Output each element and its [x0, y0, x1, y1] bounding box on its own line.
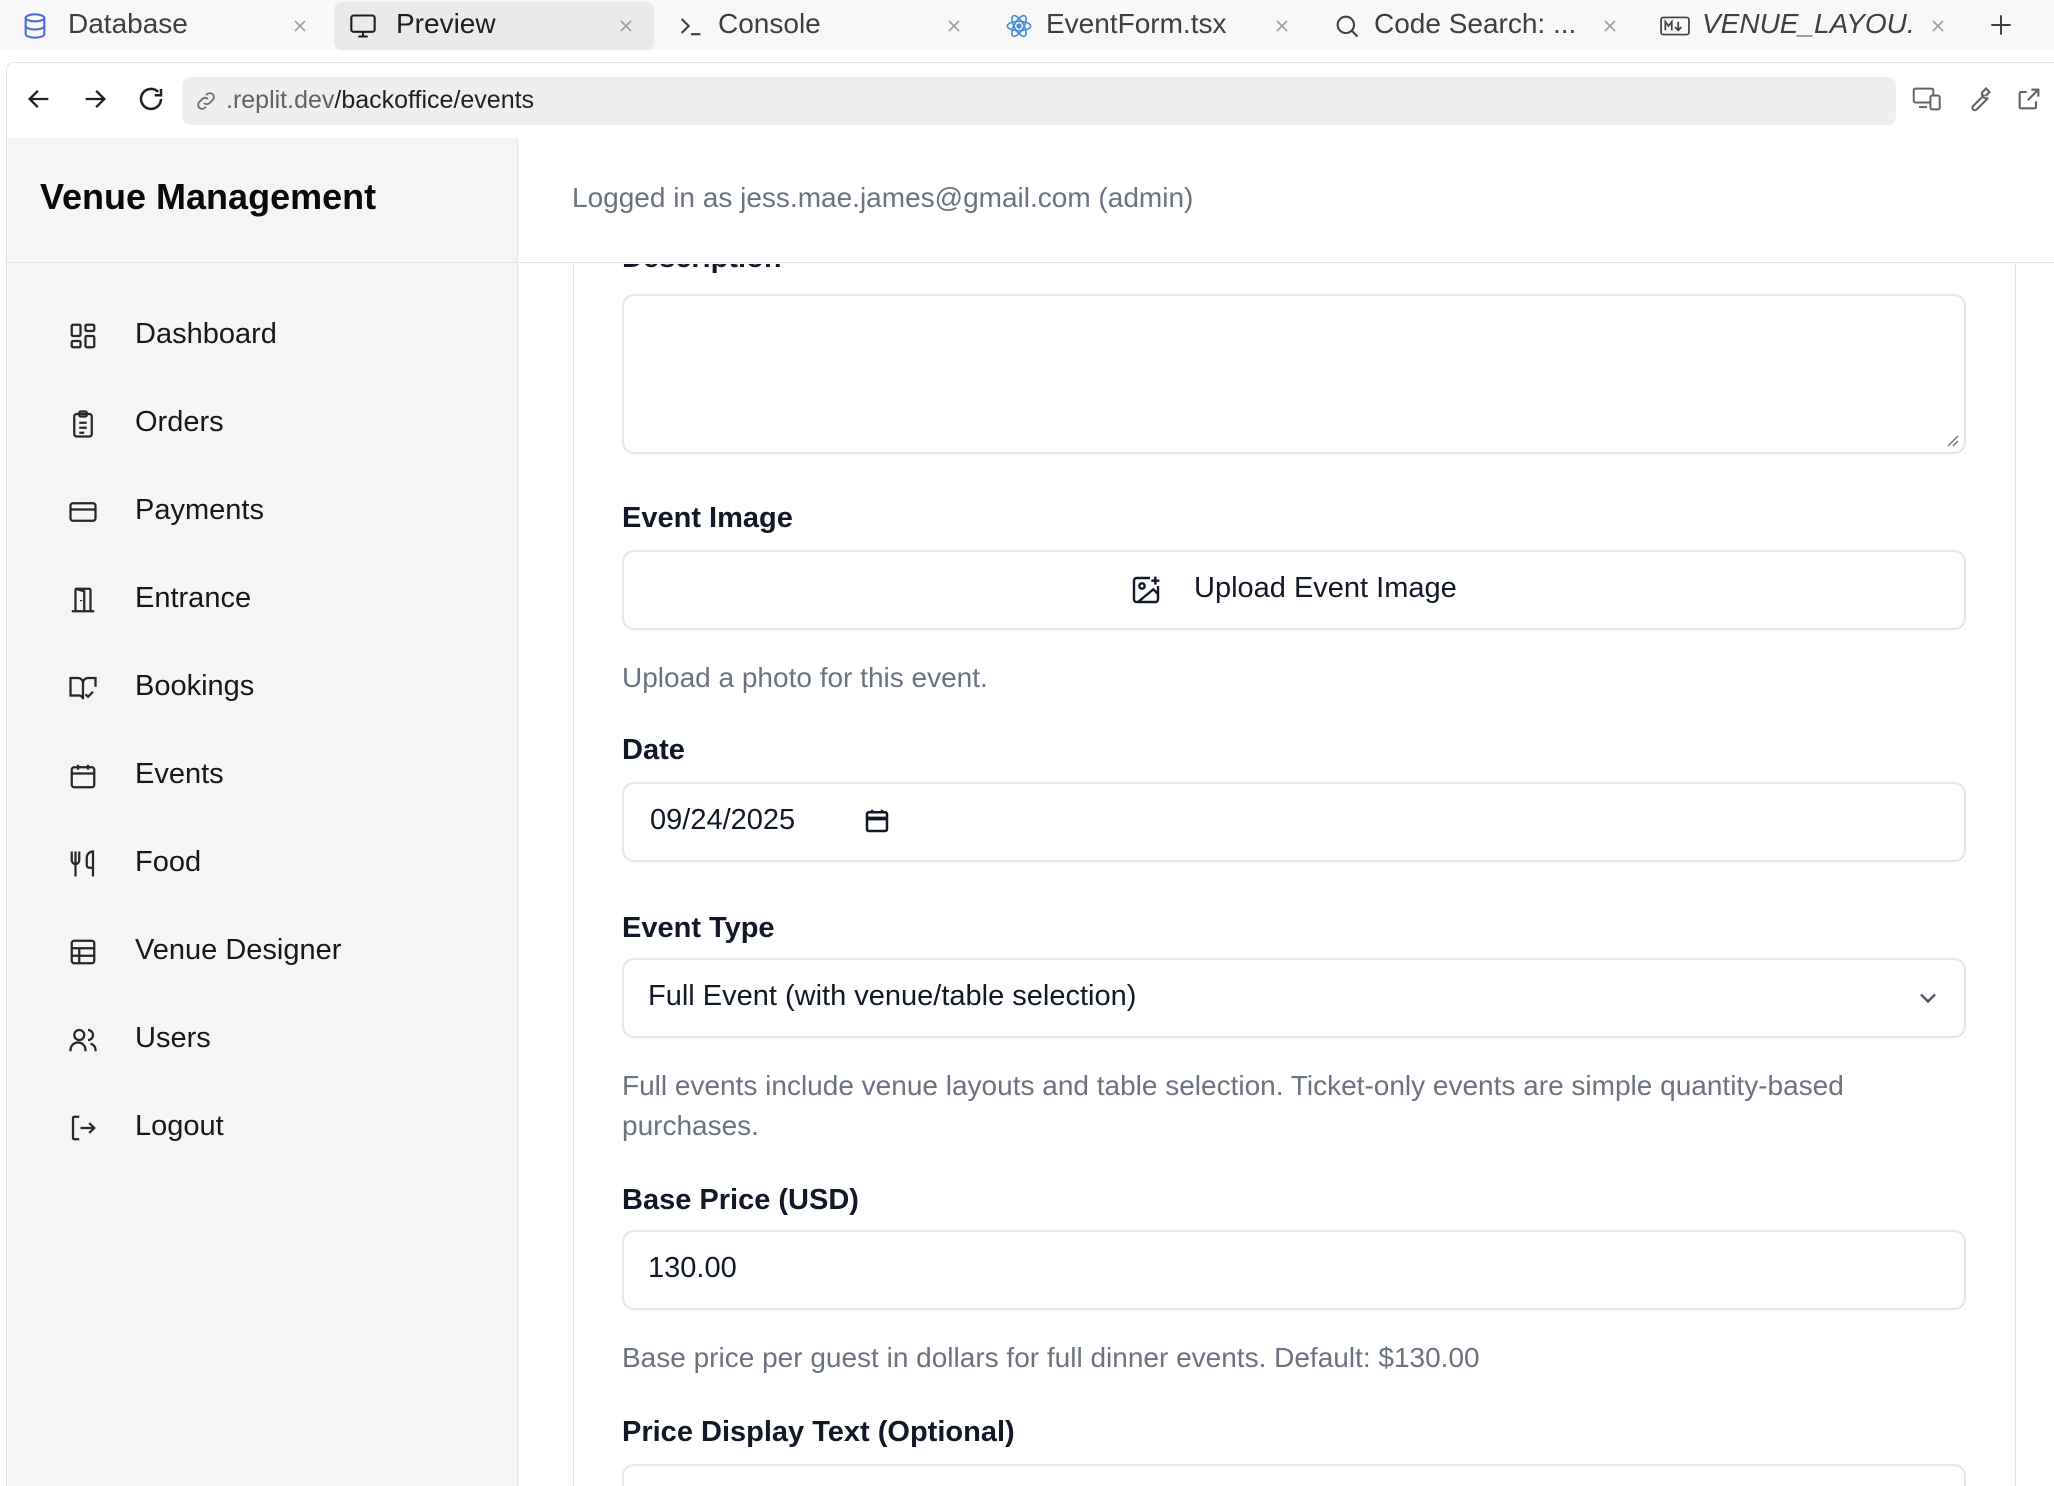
sidebar-item-label: Logout	[135, 1110, 224, 1142]
door-icon	[67, 584, 99, 616]
sidebar-item-label: Venue Designer	[135, 934, 342, 966]
tab-label: Console	[718, 8, 821, 39]
brand-title: Venue Management	[40, 176, 377, 217]
event-image-label: Event Image	[622, 502, 793, 534]
sidebar-item-venue-designer[interactable]: Venue Designer	[7, 912, 518, 992]
wrench-icon[interactable]	[1961, 81, 1997, 117]
event-type-select[interactable]: Full Event (with venue/table selection)	[622, 958, 1966, 1038]
top-header: Logged in as jess.mae.james@gmail.com (a…	[519, 138, 2054, 263]
sidebar-item-label: Bookings	[135, 670, 255, 702]
close-icon[interactable]	[1926, 12, 1950, 40]
description-textarea[interactable]	[622, 294, 1966, 454]
sidebar: Venue Management Dashboard Orders Paymen…	[7, 138, 518, 1486]
sidebar-item-label: Food	[135, 846, 202, 878]
calendar-icon	[67, 760, 99, 792]
tab-label: Code Search: ...	[1374, 8, 1577, 39]
clipboard-icon	[67, 408, 99, 440]
chevron-down-icon	[1914, 984, 1942, 1012]
sidebar-item-dashboard[interactable]: Dashboard	[7, 296, 518, 376]
close-icon[interactable]	[1270, 12, 1294, 40]
book-check-icon	[67, 672, 99, 704]
sidebar-item-entrance[interactable]: Entrance	[7, 560, 518, 640]
image-plus-icon	[1130, 574, 1162, 606]
sidebar-item-label: Users	[135, 1022, 211, 1054]
tab-eventform[interactable]: EventForm.tsx	[990, 2, 1310, 50]
tab-code-search[interactable]: Code Search: ...	[1318, 2, 1638, 50]
grid-icon	[67, 936, 99, 968]
url-host: .replit.dev	[226, 86, 335, 114]
sidebar-item-label: Events	[135, 758, 224, 790]
sidebar-item-label: Entrance	[135, 582, 252, 614]
tab-database[interactable]: Database	[6, 2, 326, 50]
url-text: .replit.dev/backoffice/events	[226, 86, 534, 115]
sidebar-item-label: Orders	[135, 406, 224, 438]
markdown-icon	[1660, 12, 1690, 40]
price-display-label: Price Display Text (Optional)	[622, 1416, 1015, 1448]
utensils-icon	[67, 848, 99, 880]
date-value: 09/24/2025	[650, 804, 796, 836]
base-price-label: Base Price (USD)	[622, 1184, 859, 1216]
tab-console[interactable]: Console	[662, 2, 982, 50]
base-price-input[interactable]: 130.00	[622, 1230, 1966, 1310]
link-icon	[194, 89, 218, 113]
database-icon	[20, 12, 50, 40]
tab-label: Database	[68, 8, 188, 39]
app-frame: Venue Management Dashboard Orders Paymen…	[6, 138, 2054, 1486]
date-input[interactable]: 09/24/2025	[622, 782, 1966, 862]
upload-event-image-button[interactable]: Upload Event Image	[622, 550, 1966, 630]
search-icon	[1332, 12, 1362, 40]
base-price-value: 130.00	[648, 1252, 737, 1284]
event-type-label: Event Type	[622, 912, 775, 944]
image-help-text: Upload a photo for this event.	[622, 662, 988, 693]
reload-icon[interactable]	[133, 81, 169, 117]
upload-button-label: Upload Event Image	[1194, 572, 1457, 604]
close-icon[interactable]	[942, 12, 966, 40]
base-price-help-text: Base price per guest in dollars for full…	[622, 1342, 1480, 1373]
forward-arrow-icon[interactable]	[77, 81, 113, 117]
description-label: Description	[622, 264, 782, 275]
logout-icon	[67, 1112, 99, 1144]
event-type-value: Full Event (with venue/table selection)	[648, 980, 1137, 1012]
sidebar-item-logout[interactable]: Logout	[7, 1088, 518, 1168]
resize-handle-icon[interactable]	[1944, 432, 1960, 448]
calendar-picker-icon[interactable]	[862, 806, 892, 836]
sidebar-item-label: Dashboard	[135, 318, 277, 350]
browser-address-bar: .replit.dev/backoffice/events	[6, 62, 2054, 138]
close-icon[interactable]	[288, 12, 312, 40]
tab-label: EventForm.tsx	[1046, 8, 1227, 39]
tab-label: Preview	[396, 8, 496, 39]
logged-in-status: Logged in as jess.mae.james@gmail.com (a…	[572, 182, 1194, 213]
open-external-icon[interactable]	[2011, 81, 2047, 117]
ide-tab-bar: Database Preview Console EventForm.tsx C…	[0, 0, 2054, 50]
event-type-help-text: Full events include venue layouts and ta…	[622, 1070, 1844, 1141]
monitor-icon	[348, 12, 378, 40]
new-tab-plus-icon[interactable]	[1984, 8, 2018, 42]
main-content: Description Event Image Upload Event Ima…	[519, 264, 2054, 1486]
close-icon[interactable]	[1598, 12, 1622, 40]
sidebar-item-bookings[interactable]: Bookings	[7, 648, 518, 728]
tab-venue-layout-md[interactable]: VENUE_LAYOU...	[1646, 2, 1966, 50]
url-field[interactable]: .replit.dev/backoffice/events	[182, 77, 1896, 125]
tab-label: VENUE_LAYOU...	[1702, 8, 1912, 39]
event-form-card: Description Event Image Upload Event Ima…	[573, 264, 2016, 1486]
devices-icon[interactable]	[1909, 81, 1945, 117]
dashboard-icon	[67, 320, 99, 352]
sidebar-item-users[interactable]: Users	[7, 1000, 518, 1080]
react-icon	[1004, 12, 1034, 40]
tab-preview[interactable]: Preview	[334, 2, 654, 50]
terminal-icon	[676, 12, 706, 40]
sidebar-item-label: Payments	[135, 494, 264, 526]
price-display-input[interactable]	[622, 1464, 1966, 1486]
url-path: /backoffice/events	[334, 86, 535, 114]
date-label: Date	[622, 734, 685, 766]
close-icon[interactable]	[614, 12, 638, 40]
sidebar-item-payments[interactable]: Payments	[7, 472, 518, 552]
sidebar-item-orders[interactable]: Orders	[7, 384, 518, 464]
credit-card-icon	[67, 496, 99, 528]
users-icon	[67, 1024, 99, 1056]
sidebar-item-food[interactable]: Food	[7, 824, 518, 904]
divider	[7, 262, 518, 263]
sidebar-item-events[interactable]: Events	[7, 736, 518, 816]
back-arrow-icon[interactable]	[21, 81, 57, 117]
